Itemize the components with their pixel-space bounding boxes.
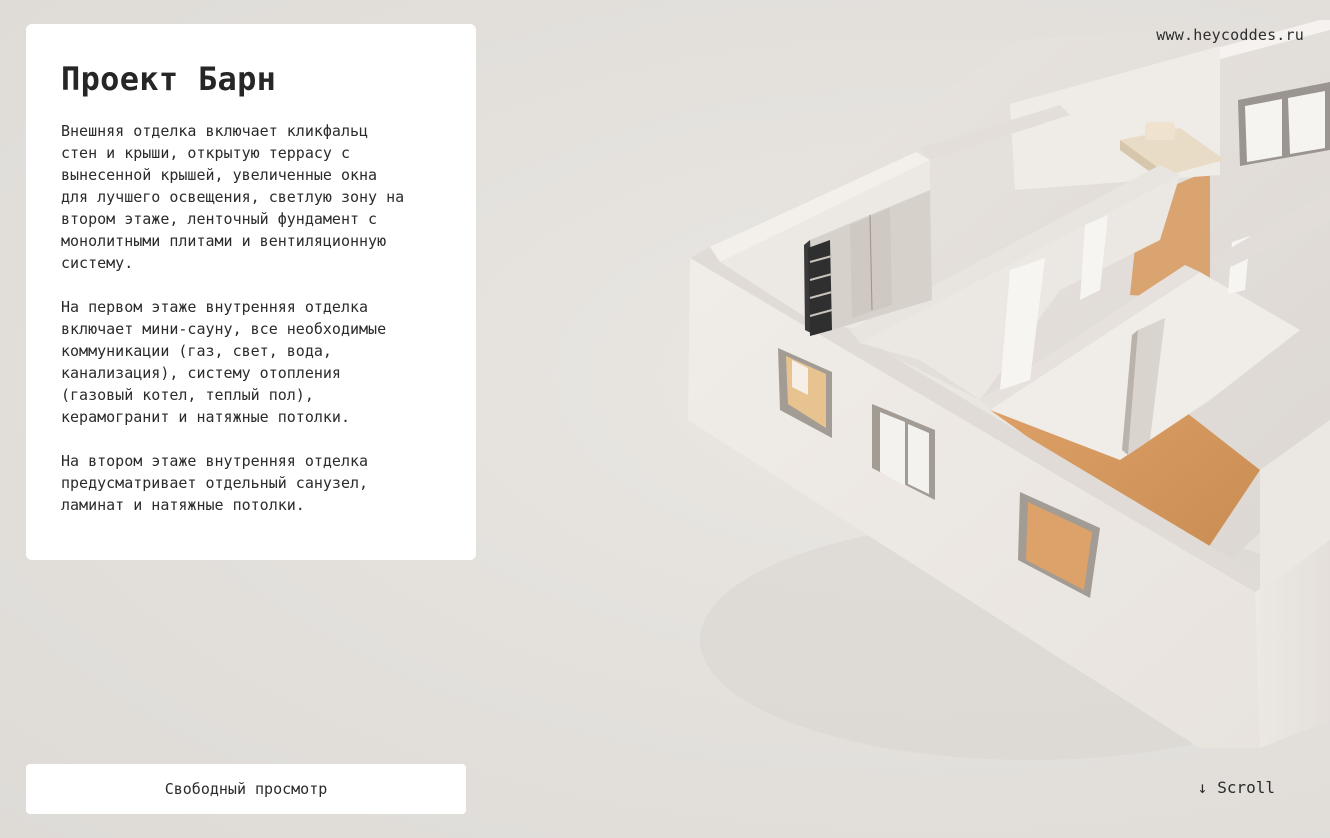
exterior-description: Внешняя отделка включает кликфальц стен … — [61, 122, 405, 272]
page: www.heycoddes.ru Проект Барн Внешняя отд… — [0, 0, 1330, 838]
site-url-link[interactable]: www.heycoddes.ru — [1156, 26, 1304, 44]
scroll-label: Scroll — [1217, 778, 1275, 797]
project-title: Проект Барн — [61, 60, 277, 98]
floorplan-illustration — [688, 20, 1330, 760]
project-info-card: Проект Барн Внешняя отделка включает кли… — [26, 24, 476, 560]
house-floorplan-render[interactable] — [560, 0, 1330, 838]
first-floor-description: На первом этаже внутренняя отделка включ… — [61, 298, 387, 426]
arrow-down-icon: ↓ — [1197, 778, 1208, 797]
second-floor-description: На втором этаже внутренняя отделка преду… — [61, 452, 369, 514]
free-view-button[interactable]: Свободный просмотр — [26, 764, 466, 814]
scroll-button[interactable]: ↓ Scroll — [1198, 778, 1275, 797]
